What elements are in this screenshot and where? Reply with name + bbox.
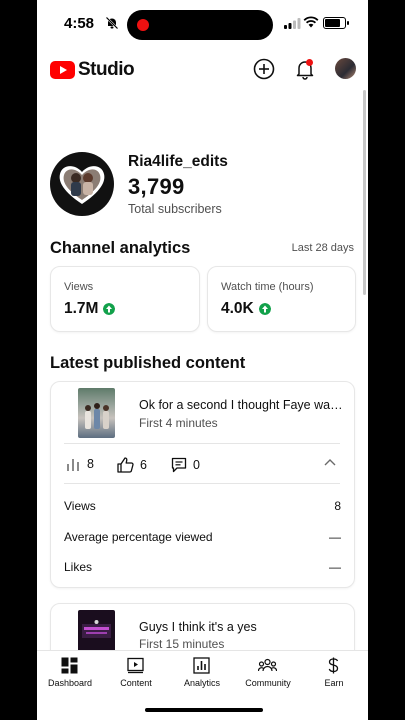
video-title[interactable]: Guys I think it's a yes	[139, 620, 344, 634]
wifi-icon	[303, 16, 319, 28]
chevron-up-icon[interactable]	[324, 458, 336, 466]
comments-stat: 0	[171, 457, 200, 473]
video-thumbnail[interactable]	[78, 388, 115, 438]
earn-icon	[328, 657, 339, 674]
views-stat-value: 8	[87, 457, 94, 471]
detail-label-avg-viewed: Average percentage viewed	[64, 530, 213, 544]
account-avatar[interactable]	[335, 58, 356, 79]
logo-text: Studio	[78, 59, 135, 80]
studio-logo[interactable]: Studio	[50, 59, 135, 81]
nav-label: Dashboard	[47, 678, 93, 688]
home-indicator[interactable]	[145, 708, 263, 712]
nav-community[interactable]: Community	[235, 651, 301, 693]
channel-avatar[interactable]	[50, 152, 114, 216]
detail-value-views: 8	[334, 499, 341, 513]
comments-stat-value: 0	[193, 458, 200, 472]
divider	[64, 483, 340, 484]
comment-icon	[171, 457, 187, 473]
nav-label: Analytics	[183, 678, 220, 688]
channel-name: Ria4life_edits	[128, 153, 228, 170]
detail-value-avg-viewed: —	[329, 530, 341, 544]
trend-up-icon	[103, 303, 116, 315]
detail-label-likes: Likes	[64, 560, 93, 574]
scrollbar[interactable]	[363, 90, 366, 295]
detail-label-views: Views	[64, 499, 96, 513]
likes-stat-value: 6	[140, 458, 147, 472]
metric-label: Views	[64, 281, 94, 293]
dynamic-island	[127, 10, 273, 40]
battery-icon	[323, 17, 349, 29]
video-title[interactable]: Ok for a second I thought Faye was...	[139, 398, 344, 412]
notification-badge	[306, 59, 313, 66]
nav-dashboard[interactable]: Dashboard	[37, 651, 103, 693]
nav-label: Community	[245, 678, 291, 688]
nav-earn[interactable]: Earn	[301, 651, 367, 693]
status-bar: 4:58	[37, 0, 368, 48]
views-metric-card[interactable]: Views 1.7M	[50, 266, 200, 332]
thumbs-up-icon	[117, 457, 134, 473]
metric-value: 1.7M	[64, 300, 99, 317]
likes-stat: 6	[117, 457, 147, 473]
bottom-navigation: Dashboard Content Analytics Community Ea…	[37, 650, 368, 692]
content-icon	[127, 657, 144, 674]
recording-dot-icon	[137, 19, 149, 31]
dashboard-icon	[61, 657, 78, 674]
bar-chart-icon	[67, 459, 79, 471]
detail-value-likes: —	[329, 560, 341, 574]
app-bar: Studio	[37, 48, 368, 90]
analytics-title: Channel analytics	[50, 239, 191, 257]
watch-time-metric-card[interactable]: Watch time (hours) 4.0K	[207, 266, 356, 332]
nav-label: Earn	[324, 678, 344, 688]
nav-label: Content	[120, 678, 152, 688]
community-icon	[258, 658, 277, 672]
trend-up-icon	[258, 303, 271, 315]
subscriber-label: Total subscribers	[128, 202, 222, 216]
status-time: 4:58	[64, 15, 95, 32]
video-time-window: First 4 minutes	[139, 416, 218, 430]
analytics-period: Last 28 days	[291, 242, 354, 254]
analytics-icon	[193, 657, 210, 674]
nav-content[interactable]: Content	[103, 651, 169, 693]
metric-label: Watch time (hours)	[221, 281, 314, 293]
cellular-signal-icon	[284, 18, 301, 29]
create-plus-icon[interactable]	[253, 58, 275, 80]
nav-analytics[interactable]: Analytics	[169, 651, 235, 693]
phone-screen: 4:58 Studio Ria4life_edits 3,799 Total s…	[37, 0, 368, 720]
latest-video-card: Ok for a second I thought Faye was... Fi…	[50, 381, 355, 588]
metric-value: 4.0K	[221, 300, 254, 317]
divider	[64, 443, 340, 444]
views-stat: 8	[66, 457, 94, 471]
video-time-window: First 15 minutes	[139, 637, 225, 651]
channel-header: Ria4life_edits 3,799 Total subscribers	[50, 152, 350, 216]
latest-content-title: Latest published content	[50, 354, 246, 372]
bell-muted-icon	[105, 16, 119, 30]
youtube-play-icon	[50, 61, 75, 79]
subscriber-count: 3,799	[128, 174, 185, 199]
